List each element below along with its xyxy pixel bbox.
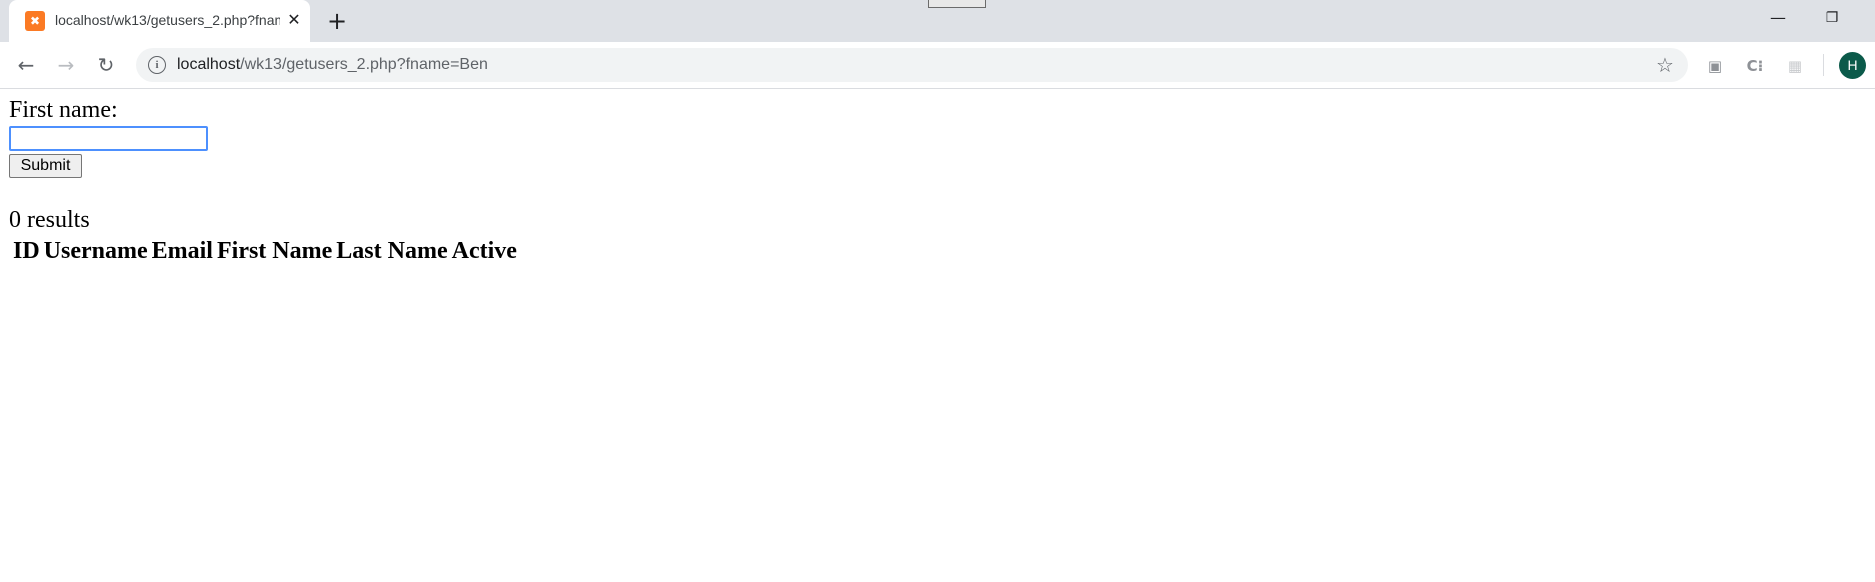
- bag-extension-icon[interactable]: ▣: [1704, 55, 1726, 77]
- close-tab-icon[interactable]: ✕: [284, 10, 304, 30]
- tab-strip: ✖ localhost/wk13/getusers_2.php?fname=Be…: [0, 0, 1875, 42]
- c-extension-icon[interactable]: C⁝: [1744, 55, 1766, 77]
- reload-icon[interactable]: ↻: [94, 53, 118, 77]
- first-name-label: First name:: [9, 97, 118, 123]
- results-count: 0 results: [9, 207, 90, 233]
- page-content: First name: Submit 0 results ID Username…: [0, 89, 1875, 582]
- submit-button[interactable]: Submit: [9, 154, 82, 178]
- site-info-icon[interactable]: i: [148, 56, 166, 74]
- browser-toolbar: ← → ↻ i localhost/wk13/getusers_2.php?fn…: [0, 42, 1875, 89]
- column-header-active: Active: [451, 238, 517, 264]
- toolbar-divider: [1823, 54, 1824, 76]
- address-url[interactable]: localhost/wk13/getusers_2.php?fname=Ben: [177, 56, 488, 74]
- tab-title: localhost/wk13/getusers_2.php?fname=Ben: [55, 12, 280, 28]
- new-tab-button[interactable]: +: [325, 9, 349, 33]
- window-drag-handle[interactable]: [928, 0, 986, 8]
- column-header-last-name: Last Name: [336, 238, 448, 264]
- restore-window-button[interactable]: ❐: [1818, 8, 1846, 28]
- profile-avatar[interactable]: H: [1839, 52, 1866, 79]
- grid-extension-icon[interactable]: ▦: [1784, 55, 1806, 77]
- column-header-email: Email: [151, 238, 213, 264]
- column-header-id: ID: [13, 238, 40, 264]
- column-header-first-name: First Name: [216, 238, 333, 264]
- url-path: /wk13/getusers_2.php?fname=Ben: [240, 56, 488, 73]
- minimize-window-button[interactable]: —: [1764, 8, 1792, 28]
- address-bar[interactable]: i localhost/wk13/getusers_2.php?fname=Be…: [136, 48, 1688, 82]
- xampp-favicon-icon: ✖: [25, 11, 45, 31]
- browser-tab[interactable]: ✖ localhost/wk13/getusers_2.php?fname=Be…: [9, 0, 310, 42]
- column-header-username: Username: [43, 238, 148, 264]
- table-header-row: ID Username Email First Name Last Name A…: [13, 238, 517, 265]
- results-table: ID Username Email First Name Last Name A…: [9, 236, 521, 267]
- url-host: localhost: [177, 56, 241, 73]
- bookmark-star-icon[interactable]: ☆: [1653, 53, 1677, 77]
- first-name-input[interactable]: [9, 126, 208, 151]
- back-arrow-icon[interactable]: ←: [14, 53, 38, 77]
- forward-arrow-icon[interactable]: →: [54, 53, 78, 77]
